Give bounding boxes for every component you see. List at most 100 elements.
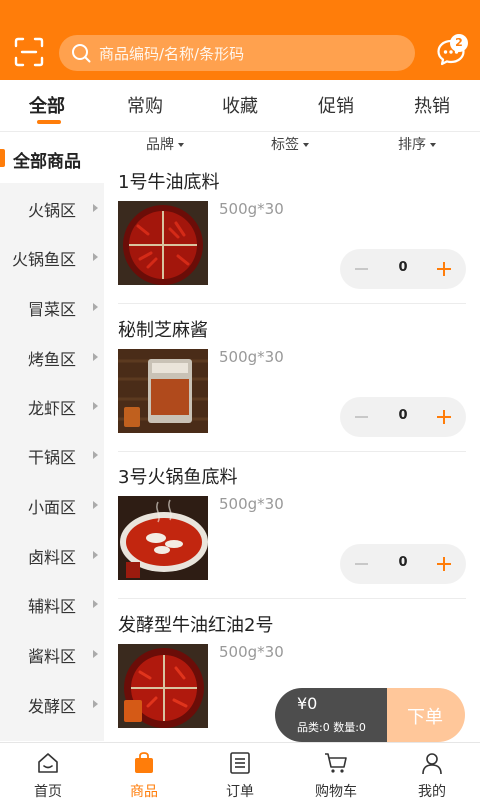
order-list-icon bbox=[230, 752, 250, 774]
quantity-stepper: 0 bbox=[340, 544, 466, 584]
quantity-value[interactable]: 0 bbox=[390, 555, 416, 570]
place-order-button[interactable]: 下单 bbox=[387, 688, 465, 742]
product-name[interactable]: 1号牛油底料 bbox=[118, 168, 219, 194]
tab-frequent[interactable]: 常购 bbox=[127, 92, 163, 118]
user-icon bbox=[422, 753, 442, 775]
decrease-quantity-button[interactable] bbox=[352, 407, 372, 427]
sidebar-item-supplements[interactable]: 辅料区 bbox=[0, 579, 104, 627]
chevron-right-icon bbox=[93, 551, 98, 559]
filter-label: 标签 bbox=[271, 137, 299, 153]
chevron-right-icon bbox=[93, 402, 98, 410]
sidebar-item-label: 全部商品 bbox=[13, 152, 81, 172]
sidebar-item-label: 火锅区 bbox=[27, 201, 76, 220]
nav-label: 首页 bbox=[34, 784, 62, 800]
message-count-badge: 2 bbox=[450, 34, 468, 52]
filter-tags[interactable]: 标签 bbox=[271, 134, 309, 154]
caret-down-icon bbox=[303, 143, 309, 147]
nav-label: 我的 bbox=[418, 784, 446, 800]
product-list: 1号牛油底料 500g*30 0 秘制芝麻酱 500g*30 0 3号火锅鱼底料… bbox=[104, 160, 480, 741]
sidebar-item-hotpot[interactable]: 火锅区 bbox=[0, 183, 104, 231]
nav-item-home[interactable]: 首页 bbox=[0, 743, 96, 800]
product-spec: 500g*30 bbox=[219, 200, 284, 218]
search-placeholder[interactable]: 商品编码/名称/条形码 bbox=[99, 43, 244, 64]
sidebar-item-label: 发酵区 bbox=[27, 697, 76, 716]
increase-quantity-button[interactable] bbox=[434, 407, 454, 427]
divider bbox=[118, 598, 466, 599]
nav-label: 订单 bbox=[226, 784, 254, 800]
sidebar-item-crayfish[interactable]: 龙虾区 bbox=[0, 381, 104, 429]
increase-quantity-button[interactable] bbox=[434, 259, 454, 279]
increase-quantity-button[interactable] bbox=[434, 554, 454, 574]
cart-icon bbox=[325, 753, 347, 773]
chevron-right-icon bbox=[93, 451, 98, 459]
place-order-label: 下单 bbox=[407, 707, 443, 728]
sidebar-item-hotpot-fish[interactable]: 火锅鱼区 bbox=[0, 232, 104, 280]
quantity-stepper: 0 bbox=[340, 397, 466, 437]
tab-hot-sales[interactable]: 热销 bbox=[414, 92, 450, 118]
decrease-quantity-button[interactable] bbox=[352, 554, 372, 574]
caret-down-icon bbox=[430, 143, 436, 147]
sidebar-item-grilled-fish[interactable]: 烤鱼区 bbox=[0, 332, 104, 380]
top-header: 商品编码/名称/条形码 2 bbox=[0, 0, 480, 80]
chevron-right-icon bbox=[93, 253, 98, 261]
nav-item-products[interactable]: 商品 bbox=[96, 743, 192, 800]
chevron-right-icon bbox=[93, 501, 98, 509]
sidebar-item-braise[interactable]: 卤料区 bbox=[0, 530, 104, 578]
sidebar-item-label: 酱料区 bbox=[27, 647, 76, 666]
filter-sort[interactable]: 排序 bbox=[398, 134, 436, 154]
sidebar-item-label: 烤鱼区 bbox=[27, 350, 76, 369]
tab-favorites[interactable]: 收藏 bbox=[222, 92, 258, 118]
filter-bar: 品牌 标签 排序 bbox=[104, 133, 480, 155]
product-spec: 500g*30 bbox=[219, 348, 284, 366]
cart-summary[interactable]: ¥0 品类:0 数量:0 bbox=[275, 688, 387, 742]
search-icon bbox=[72, 44, 91, 63]
quantity-value[interactable]: 0 bbox=[390, 260, 416, 275]
sidebar-item-label: 龙虾区 bbox=[27, 399, 76, 418]
sidebar-item-label: 辅料区 bbox=[27, 597, 76, 616]
nav-item-cart[interactable]: 购物车 bbox=[288, 743, 384, 800]
filter-label: 排序 bbox=[398, 137, 426, 153]
product-image[interactable] bbox=[118, 644, 208, 728]
scan-icon[interactable] bbox=[14, 37, 44, 67]
sidebar-item-dry-pot[interactable]: 干锅区 bbox=[0, 430, 104, 478]
chevron-right-icon bbox=[93, 600, 98, 608]
chevron-right-icon bbox=[93, 204, 98, 212]
product-name[interactable]: 发酵型牛油红油2号 bbox=[118, 611, 273, 637]
home-icon bbox=[38, 753, 58, 773]
category-tabs: 全部 常购 收藏 促销 热销 bbox=[0, 80, 480, 132]
filter-brand[interactable]: 品牌 bbox=[146, 134, 184, 154]
sidebar-item-label: 冒菜区 bbox=[27, 300, 76, 319]
product-image[interactable] bbox=[118, 349, 208, 433]
product-card[interactable]: 1号牛油底料 500g*30 0 bbox=[104, 160, 480, 308]
decrease-quantity-button[interactable] bbox=[352, 259, 372, 279]
nav-item-profile[interactable]: 我的 bbox=[384, 743, 480, 800]
tab-promotions[interactable]: 促销 bbox=[318, 92, 354, 118]
product-name[interactable]: 3号火锅鱼底料 bbox=[118, 463, 237, 489]
nav-label: 商品 bbox=[130, 784, 158, 800]
nav-label: 购物车 bbox=[315, 784, 357, 800]
product-card[interactable]: 3号火锅鱼底料 500g*30 0 bbox=[104, 455, 480, 603]
tab-all[interactable]: 全部 bbox=[29, 92, 65, 118]
quantity-value[interactable]: 0 bbox=[390, 408, 416, 423]
product-spec: 500g*30 bbox=[219, 643, 284, 661]
cart-item-stats: 品类:0 数量:0 bbox=[297, 721, 366, 734]
product-image[interactable] bbox=[118, 201, 208, 285]
nav-item-orders[interactable]: 订单 bbox=[192, 743, 288, 800]
cart-summary-bar: ¥0 品类:0 数量:0 下单 bbox=[275, 688, 465, 742]
sidebar-item-noodles[interactable]: 小面区 bbox=[0, 480, 104, 528]
active-tab-indicator bbox=[37, 120, 61, 124]
sidebar-item-fermented[interactable]: 发酵区 bbox=[0, 679, 104, 727]
sidebar-item-label: 火锅鱼区 bbox=[11, 250, 76, 269]
product-card[interactable]: 秘制芝麻酱 500g*30 0 bbox=[104, 308, 480, 456]
chevron-right-icon bbox=[93, 700, 98, 708]
sidebar-item-sauces[interactable]: 酱料区 bbox=[0, 629, 104, 677]
shopping-bag-icon bbox=[135, 752, 153, 773]
sidebar-item-label: 卤料区 bbox=[27, 548, 76, 567]
product-name[interactable]: 秘制芝麻酱 bbox=[118, 316, 208, 342]
product-image[interactable] bbox=[118, 496, 208, 580]
sidebar-item-label: 干锅区 bbox=[27, 448, 76, 467]
sidebar-item-maocai[interactable]: 冒菜区 bbox=[0, 282, 104, 330]
search-bar[interactable]: 商品编码/名称/条形码 bbox=[59, 35, 415, 71]
divider bbox=[118, 451, 466, 452]
sidebar-item-all-products[interactable]: 全部商品 bbox=[0, 133, 104, 183]
